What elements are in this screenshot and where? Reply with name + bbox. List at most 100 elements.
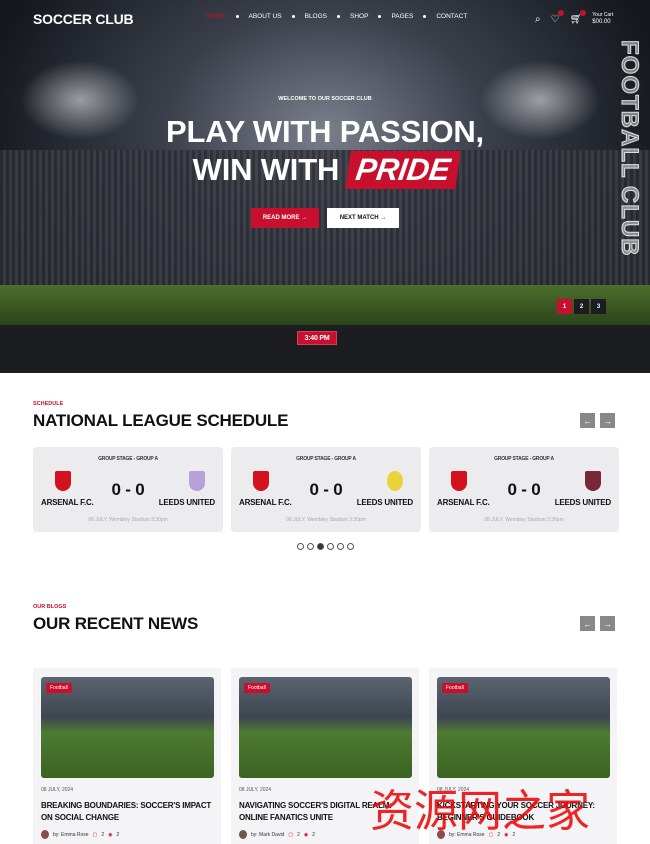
eye-icon: ◉: [108, 831, 113, 838]
away-team: LEEDS UNITED: [158, 498, 215, 507]
view-count: 2: [312, 831, 316, 838]
cart-icon[interactable]: 🛒︎: [570, 9, 587, 25]
author[interactable]: by: Emma Rose: [449, 832, 485, 838]
author[interactable]: by: Mark David: [251, 832, 284, 838]
category-badge[interactable]: Football: [442, 683, 468, 693]
match-info: 08 JULY, Wembley Stadium 3:30pm: [88, 517, 168, 523]
carousel-dot[interactable]: [347, 543, 354, 550]
news-date: 08 JULY, 2024: [437, 787, 470, 793]
view-count: 2: [512, 831, 516, 838]
next-match-label: NEXT MATCH: [339, 215, 379, 221]
match-card[interactable]: GROUP STAGE - GROUP A 0 - 0 ARSENAL F.C.…: [231, 447, 421, 532]
avatar: [239, 830, 247, 839]
news-date: 08 JULY, 2024: [41, 787, 74, 793]
hero-welcome: WELCOME TO OUR SOCCER CLUB: [278, 96, 372, 102]
news-card[interactable]: Football 08 JULY, 2024 KICKSTARTING YOUR…: [429, 668, 617, 844]
news-image[interactable]: Football: [437, 677, 610, 778]
news-card[interactable]: Football 08 JULY, 2024 BREAKING BOUNDARI…: [33, 668, 221, 844]
home-team: ARSENAL F.C.: [41, 498, 94, 507]
menu-shop[interactable]: SHOP: [350, 13, 368, 20]
hero-title-line1: PLAY WITH PASSION,: [166, 114, 484, 149]
news-card[interactable]: Football 08 JULY, 2024 NAVIGATING SOCCER…: [231, 668, 419, 844]
cart-total: $00.00: [592, 19, 611, 25]
menu-blogs[interactable]: BLOGS: [305, 13, 327, 20]
hero-pride: PRIDE: [344, 151, 460, 189]
comment-count: 2: [101, 831, 105, 838]
comment-count: 2: [497, 831, 501, 838]
news-title-link[interactable]: NAVIGATING SOCCER'S DIGITAL REALM: ONLIN…: [239, 800, 414, 824]
match-score: 0 - 0: [507, 480, 541, 499]
match-stage: GROUP STAGE - GROUP A: [494, 456, 554, 462]
news-title-link[interactable]: BREAKING BOUNDARIES: SOCCER'S IMPACT ON …: [41, 800, 216, 824]
avatar: [437, 830, 445, 839]
next-arrow-icon[interactable]: →: [600, 413, 615, 428]
menu-pages[interactable]: PAGES: [391, 13, 413, 20]
schedule-title: NATIONAL LEAGUE SCHEDULE: [33, 411, 289, 430]
hero-title-line2: WIN WITH PRIDE: [0, 151, 650, 189]
comment-icon: ▢: [288, 831, 294, 838]
pitch-background: [0, 285, 650, 325]
away-team: LEEDS UNITED: [554, 498, 611, 507]
news-tag: OUR BLOGS: [33, 604, 67, 610]
logo[interactable]: SOCCER CLUB: [33, 11, 134, 27]
category-badge[interactable]: Football: [46, 683, 72, 693]
eye-icon: ◉: [303, 831, 309, 838]
carousel-dot[interactable]: [297, 543, 304, 550]
read-more-label: READ MORE: [262, 215, 300, 221]
match-stage: GROUP STAGE - GROUP A: [296, 456, 356, 462]
carousel-dot[interactable]: [327, 543, 334, 550]
heart-icon[interactable]: ♡: [551, 9, 564, 25]
match-time: 3:40 PM: [297, 331, 337, 345]
hero-title-line2-text: WIN WITH: [192, 152, 340, 187]
cart-label: Your Cart: [592, 12, 614, 18]
hero-page-3[interactable]: 3: [591, 299, 606, 314]
comment-count: 2: [297, 831, 300, 838]
hero-banner: FOOTBALL CLUB WELCOME TO OUR SOCCER CLUB…: [0, 0, 650, 373]
cart-summary[interactable]: Your Cart $00.00: [592, 12, 613, 26]
schedule-arrows: ← →: [580, 413, 615, 428]
eye-icon: ◉: [504, 831, 509, 838]
match-stage: GROUP STAGE - GROUP A: [98, 456, 158, 462]
news-meta: by: Mark David ▢ 2 ◉ 2: [239, 830, 315, 839]
hero-page-1[interactable]: 1: [557, 299, 572, 314]
schedule-dots: [297, 543, 354, 550]
top-nav: SOCCER CLUB HOME ABOUT US BLOGS SHOP PAG…: [0, 0, 650, 36]
schedule-tag: SCHEDULE: [33, 401, 64, 407]
match-card[interactable]: GROUP STAGE - GROUP A 0 - 0 ARSENAL F.C.…: [33, 447, 223, 532]
category-badge[interactable]: Football: [244, 683, 270, 693]
menu-home[interactable]: HOME: [206, 13, 226, 20]
away-team: LEEDS UNITED: [356, 498, 413, 507]
comment-icon: ▢: [92, 831, 98, 838]
next-match-button[interactable]: NEXT MATCH →: [327, 208, 399, 228]
news-title: OUR RECENT NEWS: [33, 614, 199, 633]
search-icon[interactable]: ⌕: [535, 14, 541, 25]
comment-icon: ▢: [488, 831, 494, 838]
hero-page-2[interactable]: 2: [574, 299, 589, 314]
prev-arrow-icon[interactable]: ←: [580, 413, 595, 428]
carousel-dot[interactable]: [307, 543, 314, 550]
news-meta: by: Emma Rose ▢ 2 ◉ 2: [437, 830, 515, 839]
prev-arrow-icon[interactable]: ←: [580, 616, 595, 631]
hero-pager: 1 2 3: [557, 299, 606, 314]
carousel-dot[interactable]: [337, 543, 344, 550]
next-arrow-icon[interactable]: →: [600, 616, 615, 631]
header-icons: ⌕ ♡ 🛒︎ Your Cart $00.00: [535, 9, 613, 26]
main-menu: HOME ABOUT US BLOGS SHOP PAGES CONTACT: [206, 13, 477, 20]
read-more-button[interactable]: READ MORE →: [251, 208, 319, 228]
home-team: ARSENAL F.C.: [239, 498, 292, 507]
menu-about[interactable]: ABOUT US: [249, 13, 282, 20]
news-image[interactable]: Football: [239, 677, 412, 778]
hero-title: PLAY WITH PASSION, WIN WITH PRIDE: [0, 113, 650, 189]
news-image[interactable]: Football: [41, 677, 214, 778]
match-score: 0 - 0: [309, 480, 343, 499]
news-arrows: ← →: [580, 616, 615, 631]
match-info: 08 JULY, Wembley Stadium 3:30pm: [286, 517, 366, 523]
author[interactable]: by: Emma Rose: [53, 832, 89, 838]
match-card[interactable]: GROUP STAGE - GROUP A 0 - 0 ARSENAL F.C.…: [429, 447, 619, 532]
menu-contact[interactable]: CONTACT: [436, 13, 467, 20]
carousel-dot-active[interactable]: [317, 543, 324, 550]
news-title-link[interactable]: KICKSTARTING YOUR SOCCER JOURNEY: BEGINN…: [437, 800, 612, 824]
match-score: 0 - 0: [111, 480, 145, 499]
view-count: 2: [116, 831, 120, 838]
home-team: ARSENAL F.C.: [437, 498, 490, 507]
